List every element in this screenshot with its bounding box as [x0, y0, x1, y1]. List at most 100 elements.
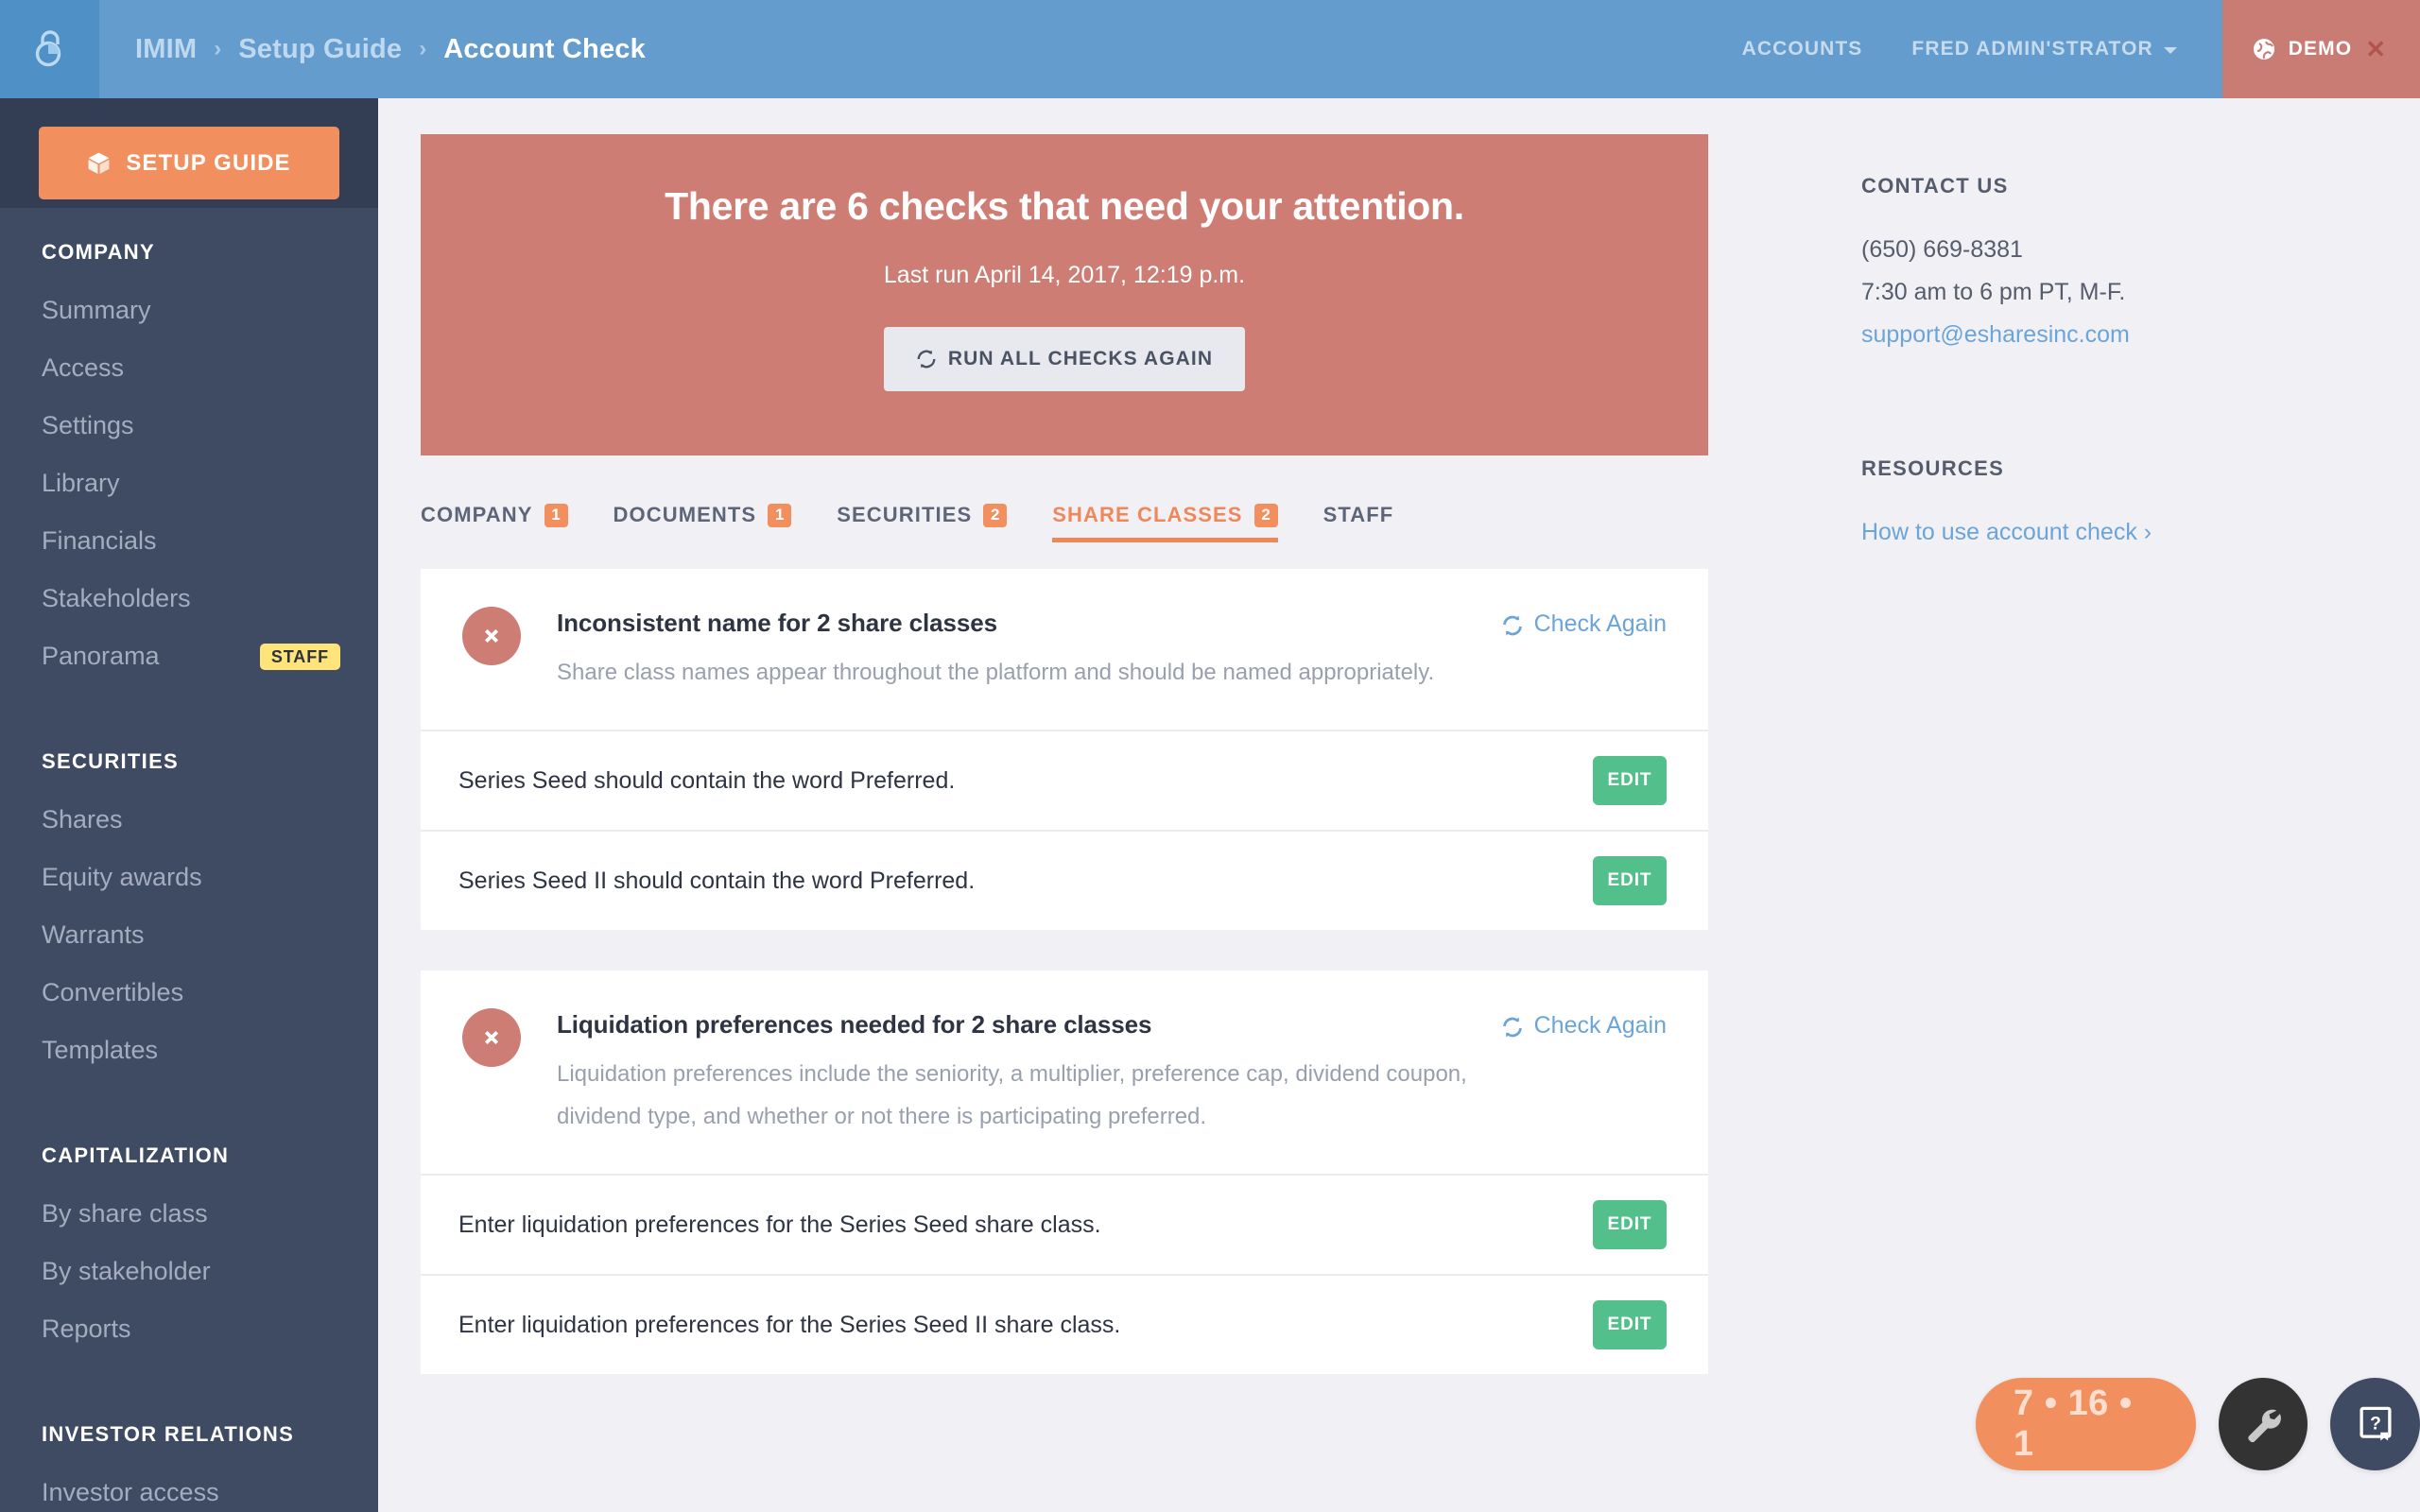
run-all-checks-button[interactable]: RUN ALL CHECKS AGAIN: [883, 327, 1246, 391]
close-icon[interactable]: ✕: [2365, 37, 2386, 61]
resources-body: How to use account check ›: [1861, 511, 2420, 554]
demo-label: DEMO: [2288, 38, 2353, 60]
edit-button[interactable]: EDIT: [1593, 856, 1667, 905]
check-again-button[interactable]: Check Again: [1501, 607, 1667, 694]
sidebar-item-label: By share class: [42, 1199, 208, 1228]
floating-widgets: 7 • 16 • 1 ?: [1976, 1378, 2420, 1470]
tab-securities[interactable]: SECURITIES 2: [837, 503, 1008, 542]
sidebar-item-label: By stakeholder: [42, 1257, 211, 1285]
sidebar-group-title: SECURITIES: [42, 749, 180, 773]
sidebar-item-summary[interactable]: Summary: [0, 282, 378, 339]
nav-user-menu[interactable]: FRED ADMIN'STRATOR: [1887, 0, 2201, 98]
check-row: Enter liquidation preferences for the Se…: [421, 1274, 1708, 1374]
x-circle-icon: [462, 607, 521, 665]
tab-badge: 2: [983, 503, 1008, 527]
tab-documents[interactable]: DOCUMENTS 1: [614, 503, 792, 542]
check-row: Series Seed should contain the word Pref…: [421, 730, 1708, 830]
sidebar-item-investor-access[interactable]: Investor access: [0, 1464, 378, 1512]
tab-staff[interactable]: STAFF: [1323, 503, 1394, 542]
sidebar-item-panorama[interactable]: Panorama STAFF: [0, 627, 378, 685]
chevron-down-icon: [2163, 47, 2177, 54]
tab-label: STAFF: [1322, 503, 1394, 526]
tab-company[interactable]: COMPANY 1: [421, 503, 568, 542]
sidebar-item-financials[interactable]: Financials: [0, 512, 378, 570]
sidebar-item-convertibles[interactable]: Convertibles: [0, 964, 378, 1022]
tab-label: COMPANY: [421, 503, 533, 526]
version-pill[interactable]: 7 • 16 • 1: [1976, 1378, 2196, 1470]
sidebar-item-shares[interactable]: Shares: [0, 791, 378, 849]
cube-icon: [88, 152, 110, 174]
nav-accounts[interactable]: ACCOUNTS: [1718, 0, 1888, 98]
sidebar-group-title: COMPANY: [42, 240, 155, 264]
sidebar-group-securities: SECURITIES Shares Equity awards Warrants…: [0, 717, 378, 1079]
globe-icon: [2253, 39, 2274, 60]
check-row: Enter liquidation preferences for the Se…: [421, 1174, 1708, 1274]
sidebar-item-label: Access: [42, 353, 125, 382]
tools-fab[interactable]: [2218, 1378, 2308, 1470]
sidebar-item-reports[interactable]: Reports: [0, 1300, 378, 1358]
setup-guide-button[interactable]: SETUP GUIDE: [39, 127, 339, 199]
sidebar-item-label: Panorama: [42, 642, 160, 670]
check-card-title: Liquidation preferences needed for 2 sha…: [557, 1010, 1152, 1039]
sidebar: SETUP GUIDE COMPANY Summary Access Setti…: [0, 98, 378, 1512]
check-tabs: COMPANY 1 DOCUMENTS 1 SECURITIES 2 SHARE…: [421, 503, 1766, 542]
breadcrumb-item-imim[interactable]: IMIM: [135, 34, 197, 65]
refresh-icon: [1502, 615, 1522, 636]
sidebar-item-label: Stakeholders: [42, 584, 191, 612]
check-row: Series Seed II should contain the word P…: [421, 830, 1708, 930]
nav-accounts-label: ACCOUNTS: [1741, 38, 1863, 60]
wrench-icon: [2248, 1409, 2282, 1443]
check-card: Liquidation preferences needed for 2 sha…: [421, 971, 1708, 1374]
sidebar-item-stakeholders[interactable]: Stakeholders: [0, 570, 378, 627]
sidebar-group-title: INVESTOR RELATIONS: [42, 1422, 295, 1446]
check-card-title: Inconsistent name for 2 share classes: [557, 609, 997, 637]
sidebar-item-by-share-class[interactable]: By share class: [0, 1185, 378, 1243]
edit-button[interactable]: EDIT: [1593, 756, 1667, 805]
close-x-icon: [484, 1030, 499, 1045]
resources-link[interactable]: How to use account check ›: [1861, 511, 2420, 554]
staff-badge: STAFF: [259, 643, 340, 670]
sidebar-item-equity-awards[interactable]: Equity awards: [0, 849, 378, 906]
sidebar-item-label: Shares: [42, 805, 123, 833]
sidebar-item-templates[interactable]: Templates: [0, 1022, 378, 1079]
alert-title: There are 6 checks that need your attent…: [665, 184, 1464, 228]
check-again-button[interactable]: Check Again: [1501, 1008, 1667, 1138]
run-all-checks-label: RUN ALL CHECKS AGAIN: [947, 348, 1214, 369]
breadcrumb-item-setup-guide[interactable]: Setup Guide: [238, 34, 402, 65]
check-card-description: Liquidation preferences include the seni…: [557, 1061, 1467, 1129]
edit-button[interactable]: EDIT: [1593, 1200, 1667, 1249]
sidebar-item-by-stakeholder[interactable]: By stakeholder: [0, 1243, 378, 1300]
check-again-label: Check Again: [1533, 1012, 1667, 1039]
contact-email-link[interactable]: support@esharesinc.com: [1861, 314, 2420, 356]
help-fab[interactable]: ?: [2330, 1378, 2420, 1470]
sidebar-item-label: Reports: [42, 1314, 131, 1343]
sidebar-item-label: Equity awards: [42, 863, 202, 891]
refresh-icon: [917, 350, 936, 369]
sidebar-group-company: COMPANY Summary Access Settings Library …: [0, 208, 378, 685]
sidebar-item-warrants[interactable]: Warrants: [0, 906, 378, 964]
x-circle-icon: [462, 1008, 521, 1067]
edit-button[interactable]: EDIT: [1593, 1300, 1667, 1349]
check-card-body: Liquidation preferences needed for 2 sha…: [557, 1008, 1501, 1138]
tab-badge: 1: [768, 503, 792, 527]
contact-hours: 7:30 am to 6 pm PT, M-F.: [1861, 279, 2126, 305]
resources-title: RESOURCES: [1861, 456, 2005, 480]
contact-us-body: (650) 669-8381 7:30 am to 6 pm PT, M-F. …: [1861, 229, 2420, 356]
resources-block: RESOURCES How to use account check ›: [1861, 456, 2420, 554]
sidebar-header: SETUP GUIDE: [0, 98, 378, 208]
sidebar-item-access[interactable]: Access: [0, 339, 378, 397]
check-row-text: Enter liquidation preferences for the Se…: [458, 1211, 1101, 1238]
breadcrumb-item-account-check: Account Check: [443, 33, 646, 64]
sidebar-item-library[interactable]: Library: [0, 455, 378, 512]
tab-share-classes[interactable]: SHARE CLASSES 2: [1052, 503, 1278, 542]
close-x-icon: [484, 628, 499, 644]
breadcrumb: IMIM › Setup Guide › Account Check: [99, 0, 1718, 98]
check-row-text: Enter liquidation preferences for the Se…: [458, 1311, 1121, 1338]
app-logo[interactable]: [0, 0, 99, 98]
sidebar-item-settings[interactable]: Settings: [0, 397, 378, 455]
demo-banner: DEMO ✕: [2221, 0, 2420, 98]
top-bar: IMIM › Setup Guide › Account Check ACCOU…: [0, 0, 2420, 98]
main-content: There are 6 checks that need your attent…: [378, 98, 1808, 1512]
